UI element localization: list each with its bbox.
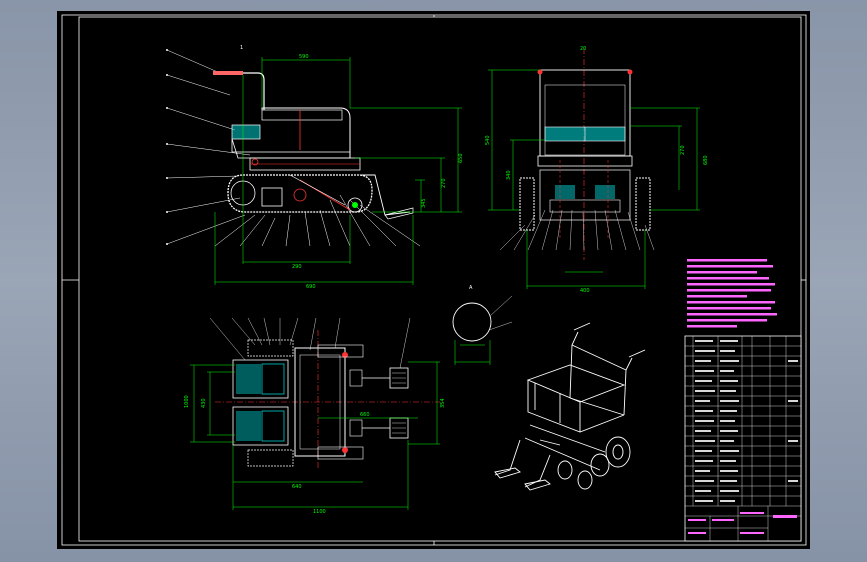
top-dim-track: 640 [292, 484, 302, 490]
front-dim-left: 540 [485, 135, 491, 145]
side-view: 590 650 270 345 290 690 1 [166, 45, 464, 290]
side-dim-foot: 345 [421, 198, 427, 208]
front-view: 20 540 340 680 270 400 [485, 46, 709, 294]
title-block [684, 335, 802, 542]
front-dim-right: 680 [703, 155, 709, 165]
isometric-view [494, 322, 646, 491]
detail-label: A [469, 285, 473, 291]
side-dim-top: 590 [299, 54, 309, 60]
drawing-canvas: 590 650 270 345 290 690 1 20 540 340 680… [61, 14, 807, 546]
top-dim-total: 1100 [313, 509, 326, 515]
front-dim-top: 20 [580, 46, 586, 52]
cad-viewer: 590 650 270 345 290 690 1 20 540 340 680… [0, 0, 867, 562]
top-dim-outer: 1000 [184, 395, 190, 408]
front-dim-width: 400 [580, 288, 590, 294]
side-dim-track: 290 [292, 264, 302, 270]
front-dim-inner: 270 [680, 145, 686, 155]
top-dim-mid: 660 [360, 412, 370, 418]
top-dim-right: 354 [440, 398, 446, 408]
top-dim-inner: 430 [201, 398, 207, 408]
side-dim-height: 650 [458, 153, 464, 163]
detail-view: A [452, 285, 513, 365]
side-dim-seat: 270 [441, 178, 447, 188]
top-view: 1000 430 354 660 640 1100 [184, 317, 446, 515]
side-view-marker: 1 [240, 45, 243, 51]
side-dim-total: 690 [306, 284, 316, 290]
technical-notes [687, 259, 777, 328]
front-dim-seat: 340 [506, 170, 512, 180]
